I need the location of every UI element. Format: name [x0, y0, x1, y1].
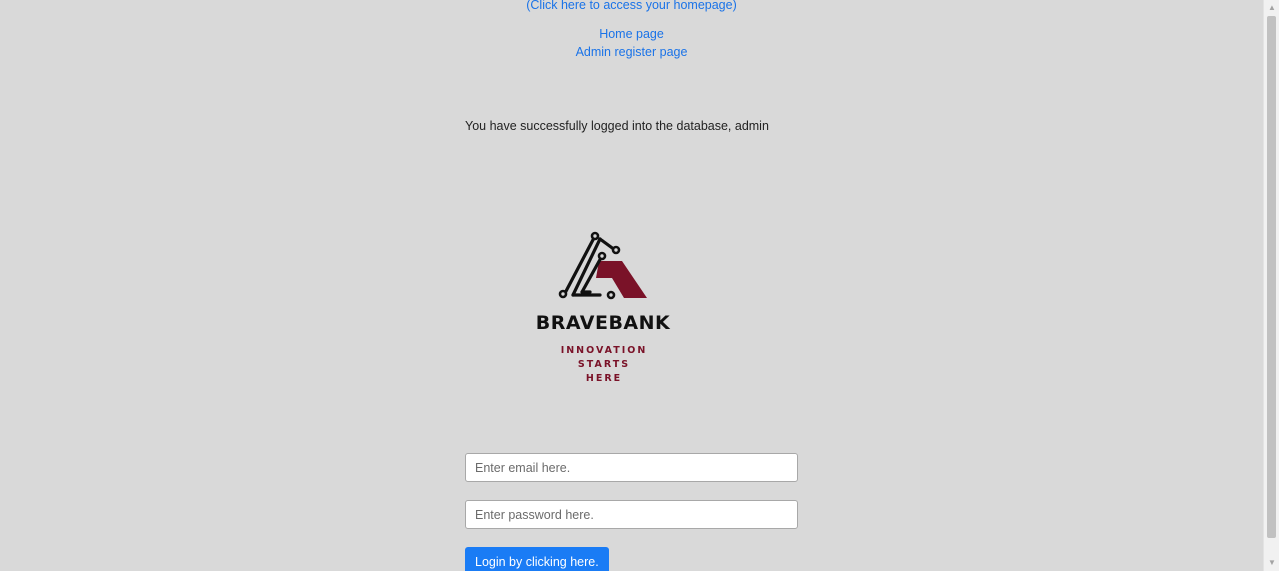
login-status-message: You have successfully logged into the da…	[465, 119, 769, 133]
scrollbar-thumb[interactable]	[1267, 16, 1276, 538]
brand-name: BRAVEBANK	[535, 312, 671, 334]
homepage-access-link[interactable]: (Click here to access your homepage)	[0, 0, 1263, 12]
login-button[interactable]: Login by clicking here.	[465, 547, 609, 571]
scroll-up-arrow-icon[interactable]: ▲	[1264, 0, 1279, 16]
page: (Click here to access your homepage) Hom…	[0, 0, 1263, 571]
admin-register-link[interactable]: Admin register page	[0, 45, 1263, 59]
home-page-link[interactable]: Home page	[0, 27, 1263, 41]
brand-tagline: INNOVATION STARTS HERE	[534, 344, 674, 386]
tagline-line-1: INNOVATION STARTS	[560, 345, 648, 370]
password-field[interactable]	[465, 500, 798, 529]
tagline-line-2: HERE	[585, 373, 623, 384]
email-field[interactable]	[465, 453, 798, 482]
scroll-down-arrow-icon[interactable]: ▼	[1264, 555, 1279, 571]
vertical-scrollbar[interactable]: ▲ ▼	[1263, 0, 1279, 571]
